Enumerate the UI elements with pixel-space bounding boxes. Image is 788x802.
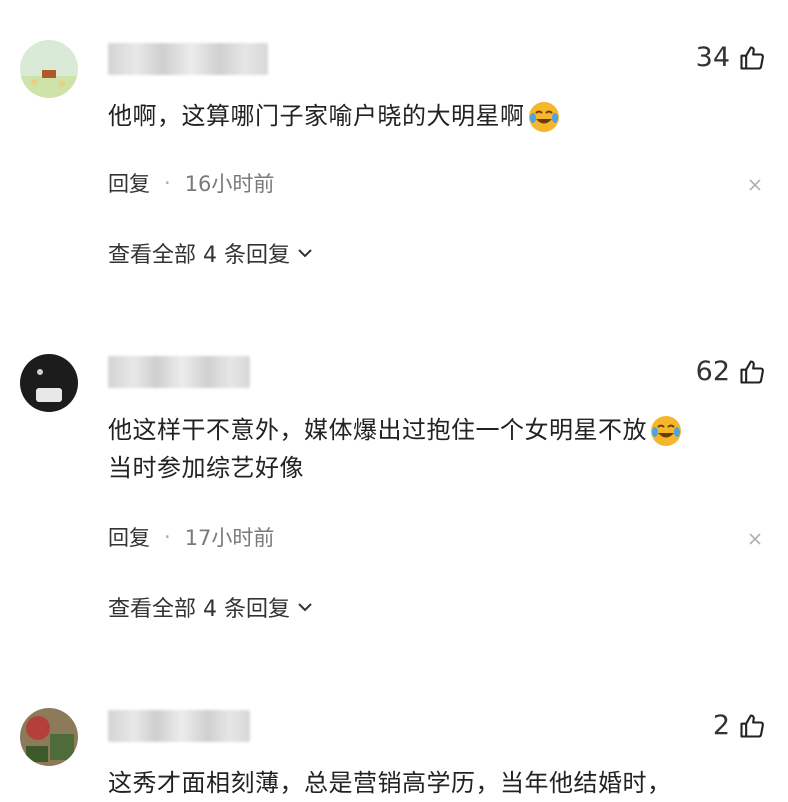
view-all-replies-button[interactable]: 查看全部 4 条回复 — [108, 237, 314, 269]
view-all-replies-button[interactable]: 查看全部 4 条回复 — [108, 591, 314, 623]
thumbs-up-icon — [740, 359, 764, 384]
comment-text: 他啊，这算哪门子家喻户晓的大明星啊 — [108, 97, 768, 135]
comment-text-line: 当时参加综艺好像 — [108, 454, 304, 482]
timestamp: 16小时前 — [184, 172, 275, 196]
like-count: 2 — [712, 710, 730, 741]
close-icon[interactable] — [744, 528, 766, 550]
comment-text-line: 他啊，这算哪门子家喻户晓的大明星啊 — [108, 102, 525, 130]
comment-text-line: 这秀才面相刻薄，总是营销高学历，当年他结婚时， — [108, 769, 672, 797]
like-button[interactable]: 62 — [696, 356, 766, 387]
separator-dot: · — [164, 171, 171, 195]
chevron-down-icon — [298, 249, 312, 258]
thumbs-up-icon — [740, 45, 764, 70]
reply-button[interactable]: 回复 — [108, 522, 150, 552]
comment-text-line: 他这样干不意外，媒体爆出过抱住一个女明星不放 — [108, 416, 647, 444]
separator-dot: · — [164, 525, 171, 549]
like-button[interactable]: 34 — [696, 42, 766, 73]
chevron-down-icon — [298, 603, 312, 612]
reply-button[interactable]: 回复 — [108, 168, 150, 198]
username-blurred[interactable] — [108, 43, 268, 75]
username-blurred[interactable] — [108, 710, 250, 742]
view-all-label: 查看全部 4 条回复 — [108, 597, 290, 622]
comment-text: 这秀才面相刻薄，总是营销高学历，当年他结婚时， — [108, 764, 768, 802]
username-blurred[interactable] — [108, 356, 250, 388]
comment-meta: 回复 · 16小时前 — [108, 168, 274, 198]
laughing-tears-emoji-icon — [651, 416, 681, 446]
like-count: 34 — [695, 42, 730, 73]
thumbs-up-icon — [740, 713, 764, 738]
avatar[interactable] — [20, 354, 78, 412]
timestamp: 17小时前 — [184, 526, 275, 550]
view-all-label: 查看全部 4 条回复 — [108, 243, 290, 268]
like-count: 62 — [695, 356, 730, 387]
close-icon[interactable] — [744, 174, 766, 196]
laughing-tears-emoji-icon — [528, 102, 559, 132]
avatar[interactable] — [20, 40, 78, 98]
comment-text: 他这样干不意外，媒体爆出过抱住一个女明星不放 当时参加综艺好像 — [108, 411, 768, 487]
comment-meta: 回复 · 17小时前 — [108, 522, 274, 552]
avatar[interactable] — [20, 708, 78, 766]
like-button[interactable]: 2 — [713, 710, 766, 741]
